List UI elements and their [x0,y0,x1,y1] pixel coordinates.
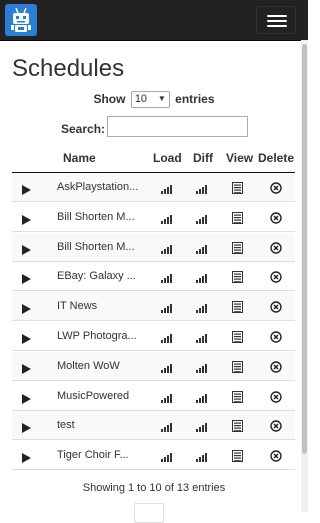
view-list-icon[interactable] [232,241,243,259]
schedule-name: Bill Shorten M... [57,240,135,253]
schedule-name: Molten WoW [57,359,120,372]
table-row: MusicPowered [12,382,295,411]
table-row: LWP Photogra... [12,322,295,351]
load-signal-icon[interactable] [161,330,173,348]
schedule-name: test [57,419,75,432]
view-list-icon[interactable] [232,449,243,467]
delete-circle-icon[interactable] [270,330,282,348]
schedule-name: EBay: Galaxy ... [57,270,136,283]
load-signal-icon[interactable] [161,390,173,408]
chevron-down-icon: ▼ [157,94,166,104]
navbar [0,0,308,41]
delete-circle-icon[interactable] [270,449,282,467]
diff-signal-icon[interactable] [196,270,208,288]
length-select-value: 10 [134,93,148,106]
table-row: Bill Shorten M... [12,232,295,262]
schedule-name: LWP Photogra... [57,330,137,342]
search-input[interactable] [107,116,248,137]
delete-circle-icon[interactable] [270,360,282,378]
table-row: Molten WoW [12,351,295,381]
table-info: Showing 1 to 10 of 13 entries [82,482,226,494]
diff-signal-icon[interactable] [196,360,208,378]
view-list-icon[interactable] [232,390,243,408]
load-signal-icon[interactable] [161,419,173,437]
view-list-icon[interactable] [232,181,243,199]
load-signal-icon[interactable] [161,449,173,467]
play-icon[interactable] [22,182,31,200]
diff-signal-icon[interactable] [196,211,208,229]
diff-signal-icon[interactable] [196,181,208,199]
pagination-button[interactable] [134,503,164,523]
table-row: EBay: Galaxy ... [12,262,295,292]
view-list-icon[interactable] [232,270,243,288]
length-prefix: Show [93,92,126,106]
load-signal-icon[interactable] [161,241,173,259]
column-header-name[interactable]: Name [63,151,96,165]
play-icon[interactable] [22,331,31,349]
delete-circle-icon[interactable] [270,419,282,437]
view-list-icon[interactable] [232,330,243,348]
robot-icon[interactable] [5,4,37,36]
play-icon[interactable] [22,242,31,260]
play-icon[interactable] [22,420,31,438]
play-icon[interactable] [22,450,31,468]
column-header-view[interactable]: View [226,151,253,165]
diff-signal-icon[interactable] [196,449,208,467]
length-suffix: entries [175,92,215,106]
delete-circle-icon[interactable] [270,241,282,259]
page-title: Schedules [12,55,125,82]
hamburger-icon [267,15,287,17]
play-icon[interactable] [22,391,31,409]
schedule-name: Bill Shorten M... [57,210,135,223]
search-label: Search: [61,122,106,136]
delete-circle-icon[interactable] [270,390,282,408]
diff-signal-icon[interactable] [196,300,208,318]
diff-signal-icon[interactable] [196,419,208,437]
diff-signal-icon[interactable] [196,330,208,348]
length-select[interactable]: 10 ▼ [130,91,170,109]
load-signal-icon[interactable] [161,270,173,288]
table-header: Name Load Diff View Delete [12,146,295,173]
view-list-icon[interactable] [232,360,243,378]
schedule-name: IT News [57,300,98,313]
play-icon[interactable] [22,361,31,379]
delete-circle-icon[interactable] [270,300,282,318]
load-signal-icon[interactable] [161,211,173,229]
scrollbar[interactable] [301,40,308,512]
schedule-name: Tiger Choir F... [57,449,129,462]
table-row: Tiger Choir F... [12,441,295,471]
play-icon[interactable] [22,212,31,230]
view-list-icon[interactable] [232,300,243,318]
play-icon[interactable] [22,301,31,319]
table-row: Bill Shorten M... [12,203,295,232]
length-control: Show 10 ▼ entries [0,91,308,109]
navbar-toggle-button[interactable] [256,6,296,34]
play-icon[interactable] [22,271,31,289]
view-list-icon[interactable] [232,419,243,437]
column-header-diff[interactable]: Diff [193,151,213,165]
view-list-icon[interactable] [232,211,243,229]
load-signal-icon[interactable] [161,181,173,199]
table-row: IT News [12,292,295,322]
table-row: test [12,411,295,441]
schedule-name: MusicPowered [57,389,130,402]
delete-circle-icon[interactable] [270,211,282,229]
table-row: AskPlaystation... [12,173,295,202]
diff-signal-icon[interactable] [196,390,208,408]
delete-circle-icon[interactable] [270,181,282,199]
delete-circle-icon[interactable] [270,270,282,288]
column-header-delete[interactable]: Delete [258,151,294,165]
schedule-name: AskPlaystation... [57,181,139,193]
column-header-load[interactable]: Load [153,151,182,165]
load-signal-icon[interactable] [161,300,173,318]
load-signal-icon[interactable] [161,360,173,378]
diff-signal-icon[interactable] [196,241,208,259]
